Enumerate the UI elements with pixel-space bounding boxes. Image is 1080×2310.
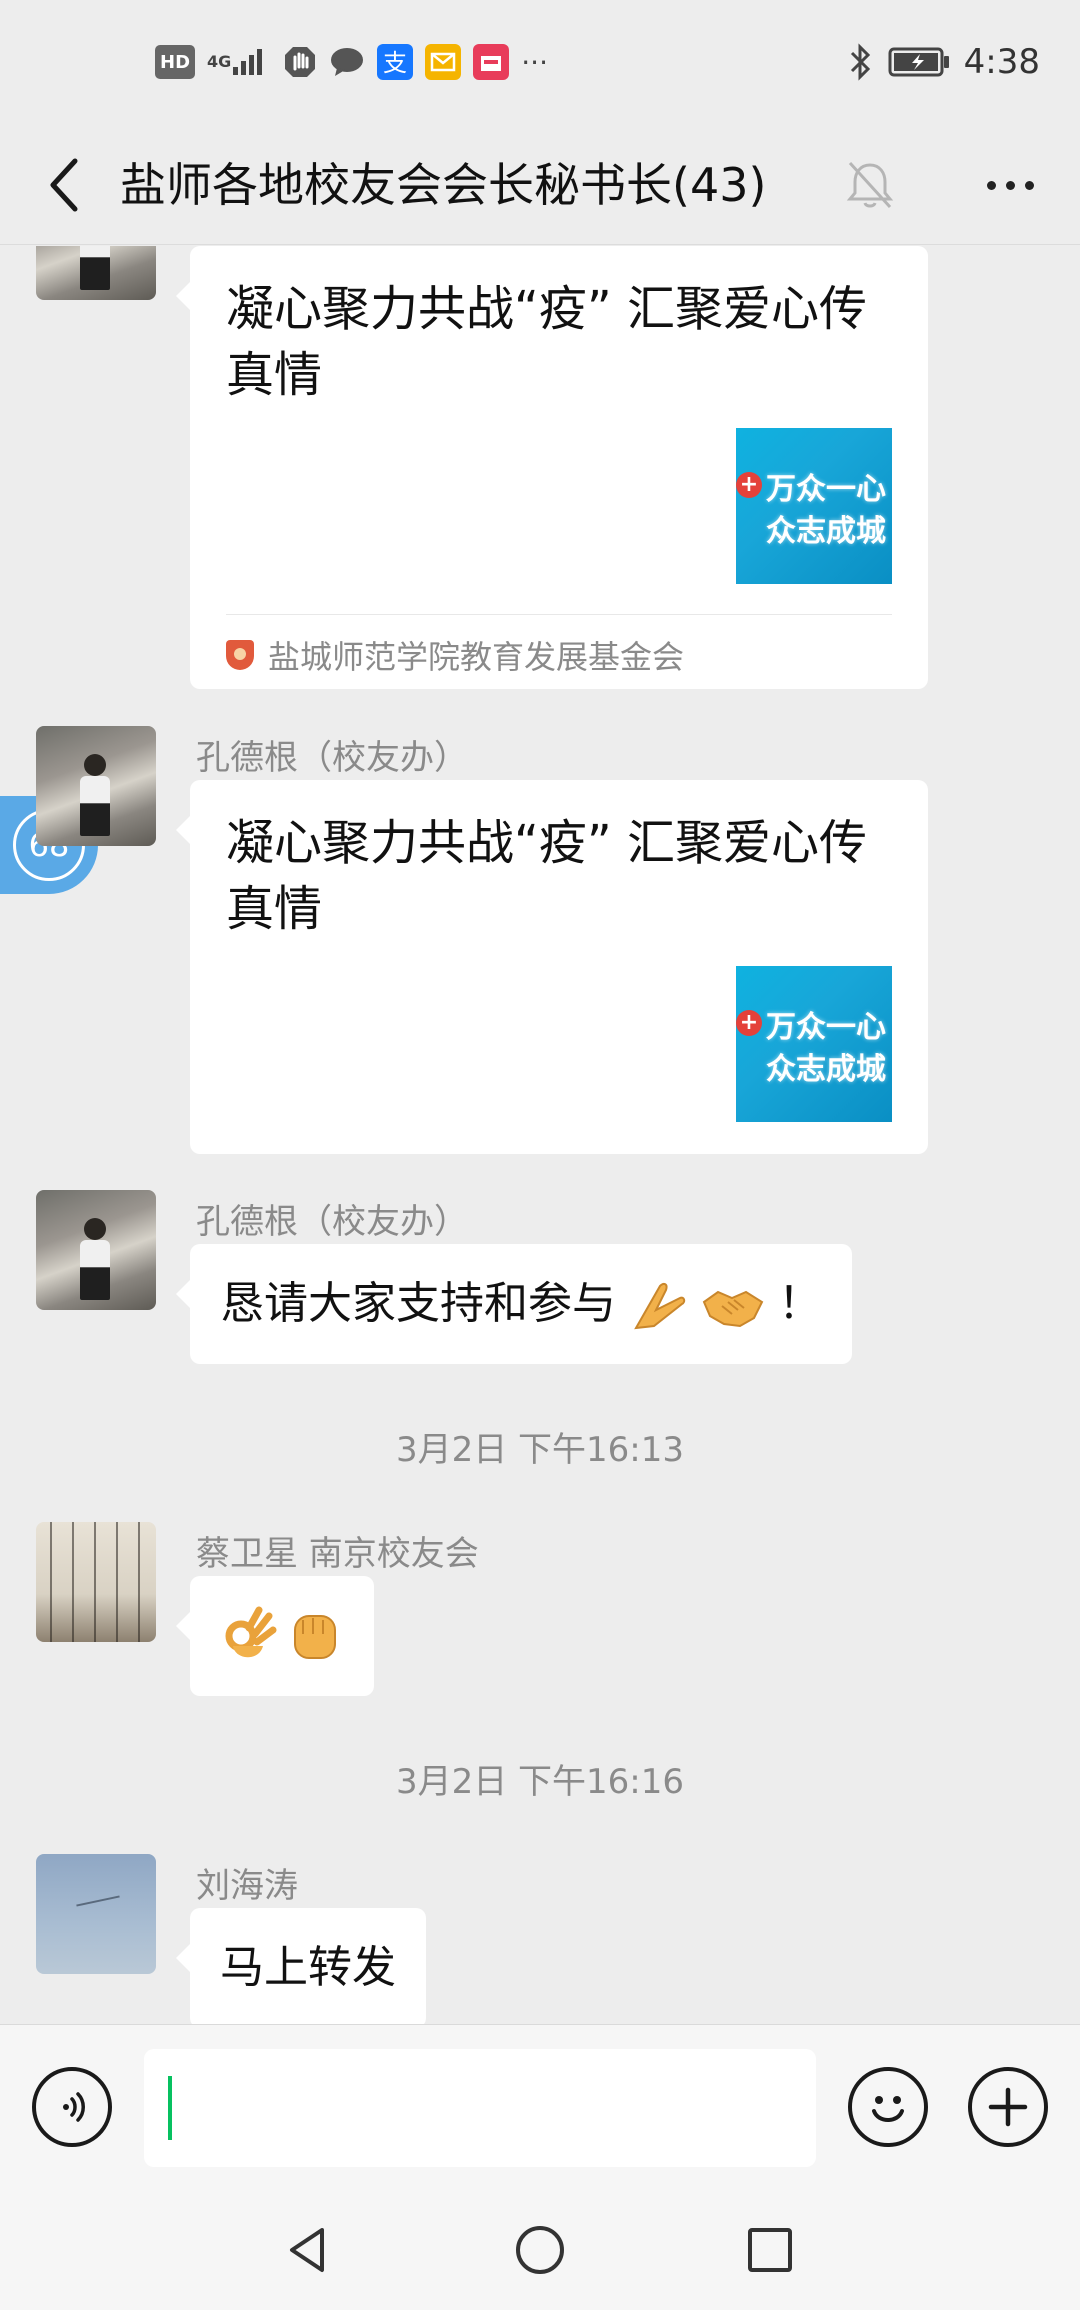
message-suffix: ！ [778, 1278, 822, 1329]
link-title: 凝心聚力共战“疫” 汇聚爱心传真情 [226, 815, 867, 937]
nav-recents-square-icon[interactable] [740, 2220, 800, 2280]
plus-icon [988, 2087, 1028, 2127]
sender-name: 刘海涛 [196, 1866, 298, 1906]
sender-name: 孔德根（校友办） [196, 738, 468, 778]
foundation-logo-icon [226, 640, 254, 670]
message-list[interactable]: 凝心聚力共战“疫” 汇聚爱心传真情 + 万众一心 众志成城 盐城师范学院教育发展… [0, 246, 1080, 2024]
signal-icon: 4G [207, 45, 271, 79]
link-thumbnail: + 万众一心 众志成城 [736, 428, 892, 584]
status-bar: HD 4G 支 ··· 4:38 [0, 0, 1080, 125]
sender-name: 孔德根（校友办） [196, 1202, 468, 1242]
message-input[interactable] [144, 2049, 816, 2167]
clock: 4:38 [963, 42, 1040, 82]
more-notifications-icon: ··· [521, 45, 548, 79]
shop-app-icon [473, 44, 510, 80]
emoji-button[interactable] [848, 2067, 928, 2147]
fist-icon [294, 1615, 336, 1659]
notification-icons: HD 4G 支 ··· [155, 40, 548, 84]
hand-app-icon [283, 45, 317, 79]
battery-icon [888, 45, 950, 79]
page-title: 盐师各地校友会会长秘书长(43) [120, 158, 767, 212]
link-title: 凝心聚力共战“疫” 汇聚爱心传真情 [226, 281, 867, 403]
message-text: 马上转发 [220, 1942, 396, 1993]
text-message[interactable]: 恳请大家支持和参与 ！ [176, 1244, 852, 1364]
text-message[interactable]: 马上转发 [176, 1908, 426, 2024]
avatar[interactable] [36, 1190, 156, 1310]
chevron-left-icon [50, 158, 78, 212]
avatar[interactable] [36, 1522, 156, 1642]
mute-bell-icon [846, 161, 894, 209]
message-text: 恳请大家支持和参与 [220, 1278, 616, 1329]
ok-hand-icon [225, 1606, 277, 1658]
text-cursor [168, 2076, 172, 2140]
voice-icon [63, 2092, 85, 2122]
handshake-icon [702, 1290, 764, 1328]
system-status: 4:38 [848, 38, 1040, 86]
more-functions-button[interactable] [968, 2067, 1048, 2147]
svg-text:支: 支 [383, 49, 407, 77]
medical-cross-icon: + [736, 1010, 762, 1036]
more-dot-icon [986, 180, 996, 190]
divider [226, 614, 892, 615]
chat-bubble-icon [329, 45, 365, 79]
link-card-message[interactable]: 凝心聚力共战“疫” 汇聚爱心传真情 + 万众一心 众志成城 [176, 780, 928, 1154]
system-navigation-bar [0, 2190, 1080, 2310]
nav-home-circle-icon[interactable] [510, 2220, 570, 2280]
source-name: 盐城师范学院教育发展基金会 [268, 638, 685, 676]
avatar[interactable] [36, 246, 156, 300]
voice-input-button[interactable] [32, 2067, 112, 2147]
sender-name: 蔡卫星 南京校友会 [196, 1534, 479, 1574]
link-card-message[interactable]: 凝心聚力共战“疫” 汇聚爱心传真情 + 万众一心 众志成城 盐城师范学院教育发展… [176, 246, 928, 689]
time-divider: 3月2日 下午16:16 [395, 1762, 685, 1802]
pray-hands-icon [634, 1282, 686, 1330]
alipay-icon: 支 [377, 44, 414, 80]
chat-header: 盐师各地校友会会长秘书长(43) [0, 125, 1080, 245]
emoji-message[interactable] [176, 1576, 374, 1696]
mail-icon [425, 44, 462, 80]
link-thumbnail: + 万众一心 众志成城 [736, 966, 892, 1122]
more-dot-icon [1005, 180, 1015, 190]
medical-cross-icon: + [736, 472, 762, 498]
nav-back-triangle-icon[interactable] [278, 2220, 338, 2280]
more-dot-icon [1024, 180, 1034, 190]
hd-voice-icon: HD [155, 45, 196, 79]
avatar[interactable] [36, 726, 156, 846]
avatar[interactable] [36, 1854, 156, 1974]
back-button[interactable] [30, 150, 100, 220]
composer-bar [0, 2024, 1080, 2190]
time-divider: 3月2日 下午16:13 [395, 1430, 685, 1470]
bluetooth-icon [848, 43, 874, 81]
more-options-button[interactable] [970, 150, 1050, 220]
smiley-icon [872, 2096, 904, 2122]
card-source: 盐城师范学院教育发展基金会 [226, 632, 684, 678]
